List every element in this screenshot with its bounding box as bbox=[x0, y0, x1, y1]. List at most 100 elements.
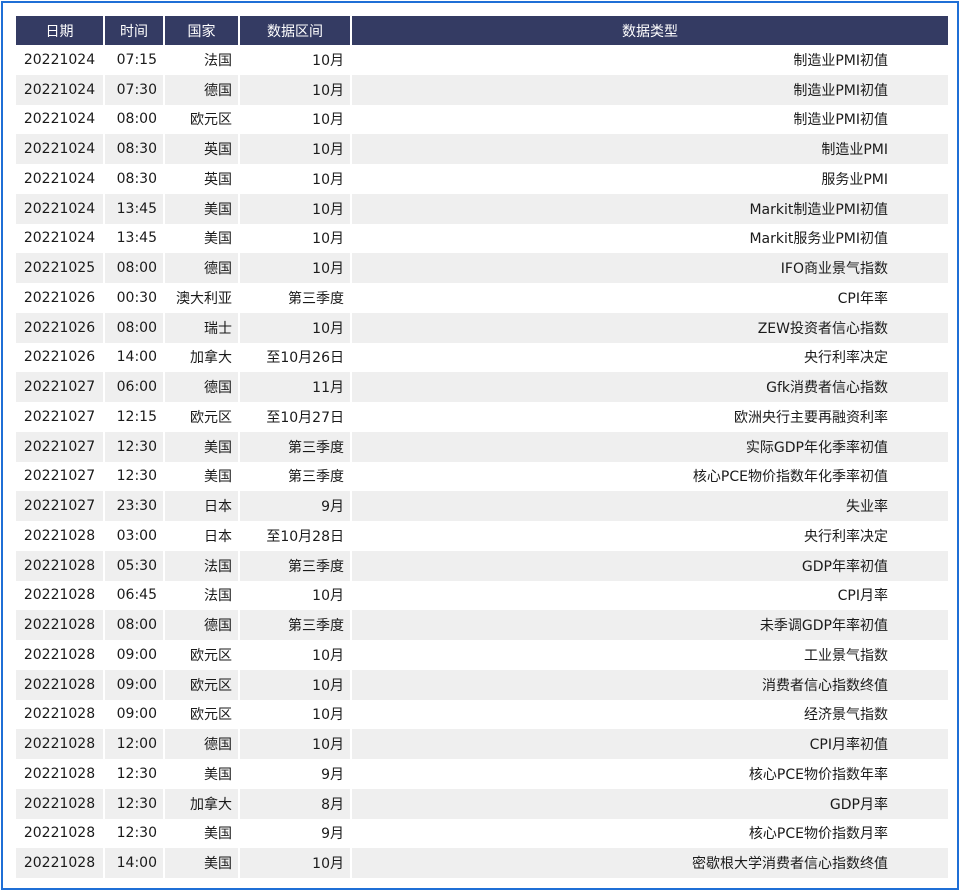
table-row: 20221028 14:00 美国 10月 密歇根大学消费者信心指数终值 bbox=[16, 848, 948, 878]
country-cell: 美国 bbox=[165, 461, 240, 492]
table-row: 20221025 08:00 德国 10月 IFO商业景气指数 bbox=[16, 253, 948, 283]
table-row: 20221024 13:45 美国 10月 Markit服务业PMI初值 bbox=[16, 223, 948, 254]
country-cell: 瑞士 bbox=[165, 312, 240, 343]
period-cell: 10月 bbox=[240, 164, 352, 194]
data-type-cell: 实际GDP年化季率初值 bbox=[352, 431, 948, 462]
country-cell: 法国 bbox=[165, 45, 240, 75]
column-header-period: 数据区间 bbox=[240, 16, 352, 45]
period-cell: 10月 bbox=[240, 848, 352, 878]
table-row: 20221028 12:00 德国 10月 CPI月率初值 bbox=[16, 729, 948, 759]
column-header-country: 国家 bbox=[165, 16, 240, 45]
data-type-cell: GDP年率初值 bbox=[352, 550, 948, 581]
time-cell: 12:30 bbox=[105, 818, 165, 849]
country-cell: 法国 bbox=[165, 580, 240, 611]
table-row: 20221027 12:15 欧元区 至10月27日 欧洲央行主要再融资利率 bbox=[16, 402, 948, 432]
time-cell: 08:30 bbox=[105, 134, 165, 164]
economic-calendar-table: 日期 时间 国家 数据区间 数据类型 20221024 07:15 法国 10月 制造业… bbox=[16, 16, 948, 878]
table-row: 20221027 06:00 德国 11月 Gfk消费者信心指数 bbox=[16, 372, 948, 402]
date-cell: 20221028 bbox=[16, 729, 105, 759]
table-row: 20221024 13:45 美国 10月 Markit制造业PMI初值 bbox=[16, 193, 948, 224]
date-cell: 20221027 bbox=[16, 372, 105, 402]
table-frame: 日期 时间 国家 数据区间 数据类型 20221024 07:15 法国 10月 制造业… bbox=[1, 1, 959, 890]
table-row: 20221027 12:30 美国 第三季度 核心PCE物价指数年化季率初值 bbox=[16, 461, 948, 492]
data-type-cell: GDP月率 bbox=[352, 788, 948, 819]
table-body: 20221024 07:15 法国 10月 制造业PMI初值 20221024 07:30 德… bbox=[16, 45, 948, 878]
table-row: 20221026 00:30 澳大利亚 第三季度 CPI年率 bbox=[16, 283, 948, 313]
data-type-cell: 央行利率决定 bbox=[352, 342, 948, 373]
time-cell: 08:00 bbox=[105, 610, 165, 640]
period-cell: 10月 bbox=[240, 134, 352, 164]
time-cell: 09:00 bbox=[105, 669, 165, 700]
country-cell: 日本 bbox=[165, 521, 240, 551]
period-cell: 9月 bbox=[240, 491, 352, 521]
date-cell: 20221028 bbox=[16, 818, 105, 849]
time-cell: 08:30 bbox=[105, 164, 165, 194]
time-cell: 12:30 bbox=[105, 759, 165, 789]
table-row: 20221024 08:00 欧元区 10月 制造业PMI初值 bbox=[16, 104, 948, 135]
country-cell: 澳大利亚 bbox=[165, 283, 240, 313]
time-cell: 07:15 bbox=[105, 45, 165, 75]
date-cell: 20221025 bbox=[16, 253, 105, 283]
date-cell: 20221027 bbox=[16, 491, 105, 521]
date-cell: 20221028 bbox=[16, 640, 105, 670]
date-cell: 20221026 bbox=[16, 283, 105, 313]
time-cell: 12:15 bbox=[105, 402, 165, 432]
period-cell: 10月 bbox=[240, 699, 352, 730]
time-cell: 03:00 bbox=[105, 521, 165, 551]
country-cell: 德国 bbox=[165, 74, 240, 105]
period-cell: 第三季度 bbox=[240, 550, 352, 581]
data-type-cell: 核心PCE物价指数年化季率初值 bbox=[352, 461, 948, 492]
country-cell: 英国 bbox=[165, 134, 240, 164]
period-cell: 9月 bbox=[240, 759, 352, 789]
date-cell: 20221028 bbox=[16, 550, 105, 581]
date-cell: 20221026 bbox=[16, 342, 105, 373]
country-cell: 美国 bbox=[165, 848, 240, 878]
period-cell: 9月 bbox=[240, 818, 352, 849]
period-cell: 10月 bbox=[240, 312, 352, 343]
data-type-cell: 消费者信心指数终值 bbox=[352, 669, 948, 700]
country-cell: 德国 bbox=[165, 372, 240, 402]
table-row: 20221027 12:30 美国 第三季度 实际GDP年化季率初值 bbox=[16, 431, 948, 462]
table-row: 20221024 07:30 德国 10月 制造业PMI初值 bbox=[16, 74, 948, 105]
date-cell: 20221028 bbox=[16, 669, 105, 700]
period-cell: 至10月27日 bbox=[240, 402, 352, 432]
date-cell: 20221024 bbox=[16, 45, 105, 75]
time-cell: 14:00 bbox=[105, 848, 165, 878]
date-cell: 20221024 bbox=[16, 134, 105, 164]
table-row: 20221028 03:00 日本 至10月28日 央行利率决定 bbox=[16, 521, 948, 551]
country-cell: 欧元区 bbox=[165, 669, 240, 700]
table-row: 20221028 06:45 法国 10月 CPI月率 bbox=[16, 580, 948, 611]
time-cell: 09:00 bbox=[105, 699, 165, 730]
period-cell: 10月 bbox=[240, 223, 352, 254]
time-cell: 08:00 bbox=[105, 312, 165, 343]
country-cell: 德国 bbox=[165, 610, 240, 640]
period-cell: 第三季度 bbox=[240, 431, 352, 462]
country-cell: 加拿大 bbox=[165, 788, 240, 819]
country-cell: 美国 bbox=[165, 193, 240, 224]
period-cell: 第三季度 bbox=[240, 461, 352, 492]
data-type-cell: 工业景气指数 bbox=[352, 640, 948, 670]
date-cell: 20221024 bbox=[16, 74, 105, 105]
data-type-cell: Gfk消费者信心指数 bbox=[352, 372, 948, 402]
date-cell: 20221024 bbox=[16, 223, 105, 254]
period-cell: 10月 bbox=[240, 640, 352, 670]
table-row: 20221028 12:30 美国 9月 核心PCE物价指数年率 bbox=[16, 759, 948, 789]
time-cell: 08:00 bbox=[105, 104, 165, 135]
time-cell: 12:30 bbox=[105, 431, 165, 462]
time-cell: 12:30 bbox=[105, 788, 165, 819]
period-cell: 第三季度 bbox=[240, 283, 352, 313]
data-type-cell: CPI月率 bbox=[352, 580, 948, 611]
period-cell: 8月 bbox=[240, 788, 352, 819]
time-cell: 23:30 bbox=[105, 491, 165, 521]
table-row: 20221028 09:00 欧元区 10月 经济景气指数 bbox=[16, 699, 948, 730]
date-cell: 20221026 bbox=[16, 312, 105, 343]
time-cell: 05:30 bbox=[105, 550, 165, 581]
country-cell: 欧元区 bbox=[165, 640, 240, 670]
period-cell: 11月 bbox=[240, 372, 352, 402]
period-cell: 10月 bbox=[240, 45, 352, 75]
date-cell: 20221027 bbox=[16, 461, 105, 492]
country-cell: 欧元区 bbox=[165, 402, 240, 432]
table-header: 日期 时间 国家 数据区间 数据类型 bbox=[16, 16, 948, 45]
table-row: 20221026 14:00 加拿大 至10月26日 央行利率决定 bbox=[16, 342, 948, 373]
country-cell: 法国 bbox=[165, 550, 240, 581]
